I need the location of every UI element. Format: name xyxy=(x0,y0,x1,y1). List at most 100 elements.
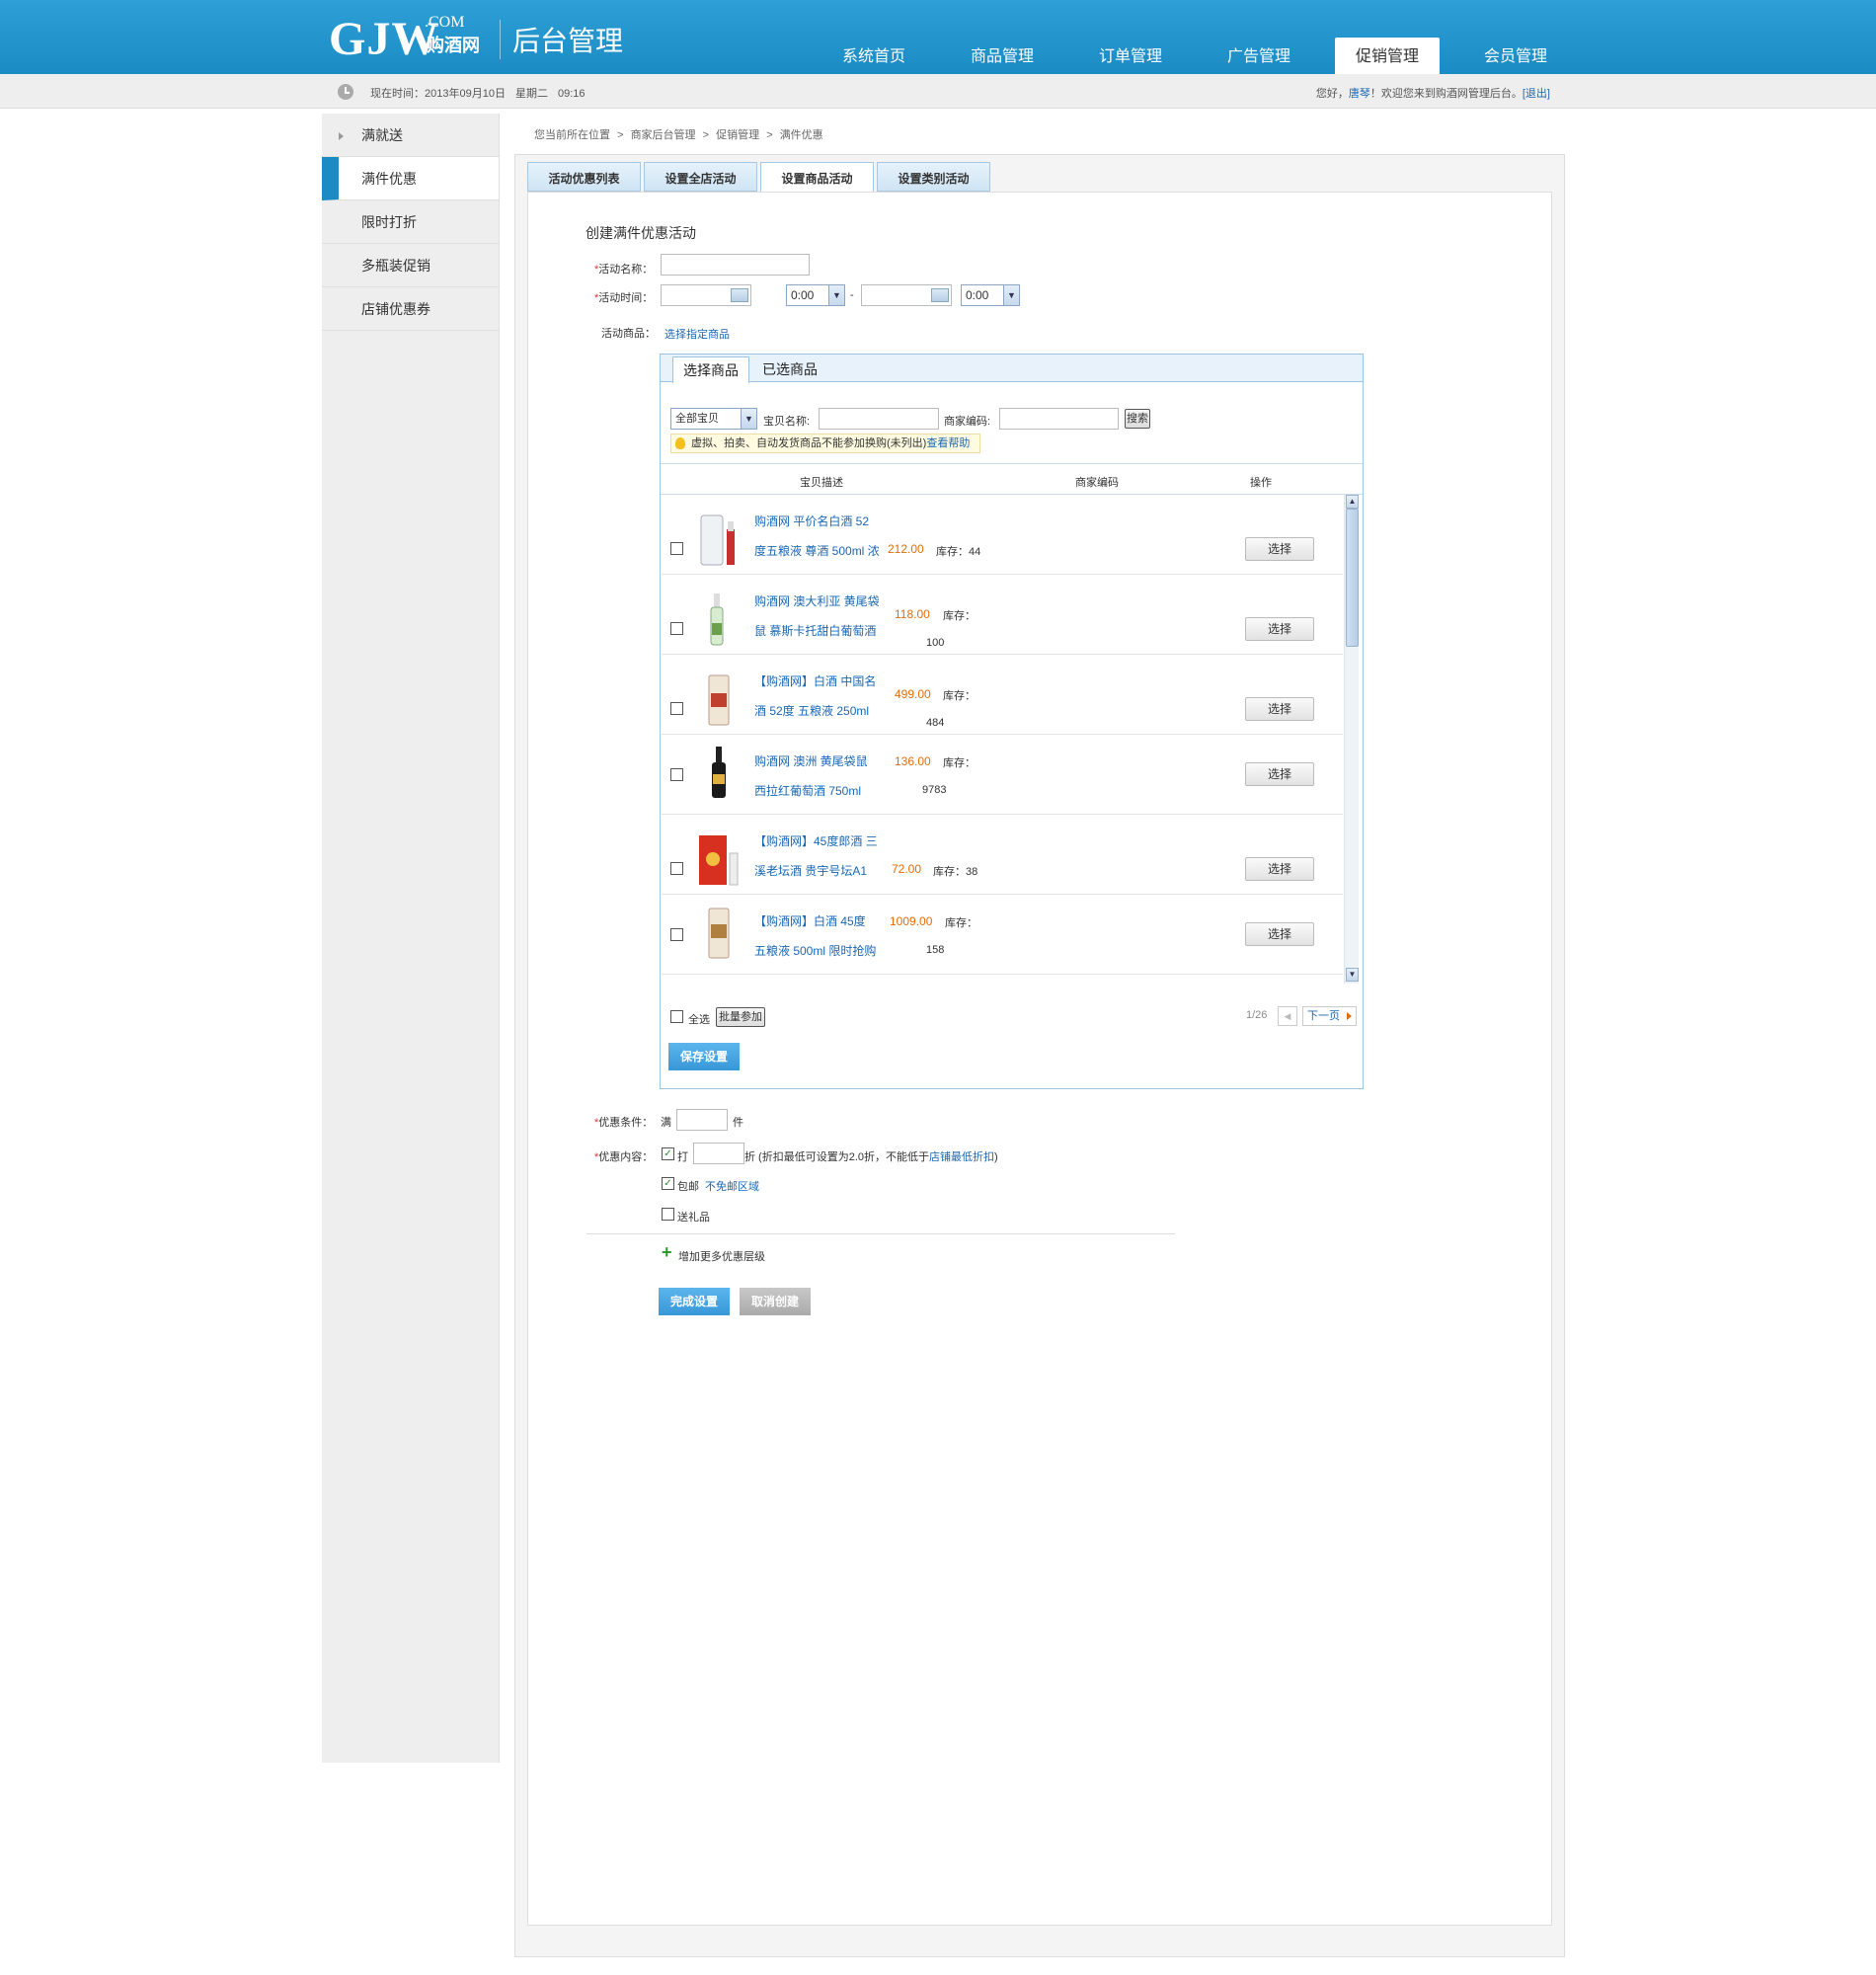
stock-value: 38 xyxy=(966,866,978,878)
sidebar-item-coupons[interactable]: 店铺优惠券 xyxy=(322,287,499,331)
form-title: 创建满件优惠活动 xyxy=(586,225,696,241)
no-free-shipping-link[interactable]: 不免邮区域 xyxy=(705,1178,759,1194)
stock-label: 库存： xyxy=(936,546,969,558)
calendar-icon[interactable] xyxy=(731,288,748,302)
scroll-down-icon[interactable]: ▼ xyxy=(1346,968,1359,982)
list-scrollbar[interactable]: ▲ ▼ xyxy=(1344,495,1359,984)
logout-link[interactable]: [退出] xyxy=(1523,88,1550,100)
weekday-text: 星期二 xyxy=(514,88,548,100)
tab-store-activity[interactable]: 设置全店活动 xyxy=(644,162,757,192)
sidebar-item-multi-bottle[interactable]: 多瓶装促销 xyxy=(322,244,499,287)
start-time-select[interactable]: 0:00 ▼ xyxy=(786,284,845,306)
label-text: 优惠条件： xyxy=(598,1117,654,1129)
logo-text[interactable]: GJW xyxy=(329,12,439,66)
merchant-code-input[interactable] xyxy=(999,408,1119,430)
batch-join-button[interactable]: 批量参加 xyxy=(716,1007,765,1027)
row-checkbox[interactable] xyxy=(670,702,683,715)
select-all-checkbox[interactable] xyxy=(670,1010,683,1023)
nav-goods[interactable]: 商品管理 xyxy=(938,38,1066,74)
table-row: 购酒网 平价名白酒 52 度五粮液 尊酒 500ml 浓 212.00 库存：44… xyxy=(662,495,1343,575)
status-bar: 现在时间：2013年09月10日 星期二 09:16 您好，唐琴！欢迎您来到购酒网管… xyxy=(0,74,1876,109)
nav-promotions[interactable]: 促销管理 xyxy=(1335,38,1440,74)
tab-choose-goods[interactable]: 选择商品 xyxy=(672,356,749,383)
arrow-icon xyxy=(339,176,344,184)
tab-goods-activity[interactable]: 设置商品活动 xyxy=(760,162,874,194)
end-time-select[interactable]: 0:00 ▼ xyxy=(961,284,1020,306)
free-shipping-checkbox[interactable]: ✓ xyxy=(662,1177,674,1190)
save-settings-button[interactable]: 保存设置 xyxy=(668,1043,740,1070)
page-info: 1/26 xyxy=(1246,1009,1268,1021)
sidebar: 满就送 满件优惠 限时打折 多瓶装促销 店铺优惠券 xyxy=(322,114,500,1763)
select-button[interactable]: 选择 xyxy=(1245,617,1314,641)
tab-activity-list[interactable]: 活动优惠列表 xyxy=(527,162,641,192)
nav-orders[interactable]: 订单管理 xyxy=(1066,38,1195,74)
product-description[interactable]: 购酒网 平价名白酒 52 度五粮液 尊酒 500ml 浓 xyxy=(754,507,888,566)
label-text: 优惠内容： xyxy=(598,1151,654,1163)
col-operation: 操作 xyxy=(1250,477,1272,489)
calendar-icon[interactable] xyxy=(931,288,949,302)
cancel-button[interactable]: 取消创建 xyxy=(740,1288,811,1315)
tab-category-activity[interactable]: 设置类别活动 xyxy=(877,162,990,192)
table-row: 【购酒网】白酒 中国名酒 52度 五粮液 250ml 499.00 库存： 48… xyxy=(662,655,1343,735)
gift-checkbox[interactable] xyxy=(662,1208,674,1221)
condition-quantity-input[interactable] xyxy=(676,1109,728,1131)
stock-label: 库存： xyxy=(943,610,976,622)
select-button[interactable]: 选择 xyxy=(1245,762,1314,786)
stock-value: 484 xyxy=(926,717,945,729)
row-checkbox[interactable] xyxy=(670,622,683,635)
discount-rate-input[interactable] xyxy=(693,1143,744,1164)
select-goods-link[interactable]: 选择指定商品 xyxy=(664,326,730,342)
gift-text: 送礼品 xyxy=(677,1212,710,1224)
tab-selected-goods[interactable]: 已选商品 xyxy=(752,356,827,383)
breadcrumb-promotions[interactable]: 促销管理 xyxy=(716,129,759,141)
goods-name-input[interactable] xyxy=(819,408,939,430)
table-row: 【购酒网】白酒 45度 五粮液 500ml 限时抢购 1009.00 库存： 15… xyxy=(662,895,1343,975)
activity-name-input[interactable] xyxy=(661,254,810,276)
scroll-up-icon[interactable]: ▲ xyxy=(1346,495,1359,509)
sidebar-item-label: 多瓶装促销 xyxy=(361,258,430,274)
sidebar-item-label: 店铺优惠券 xyxy=(361,301,430,317)
product-description[interactable]: 【购酒网】白酒 45度 五粮液 500ml 限时抢购 xyxy=(754,907,888,966)
next-page-button[interactable]: 下一页 xyxy=(1302,1006,1357,1026)
add-level-link[interactable]: 增加更多优惠层级 xyxy=(678,1248,765,1264)
nav-home[interactable]: 系统首页 xyxy=(810,38,938,74)
row-checkbox[interactable] xyxy=(670,862,683,875)
desc-line-1: 【购酒网】白酒 45度 xyxy=(754,914,866,928)
select-button[interactable]: 选择 xyxy=(1245,922,1314,946)
breadcrumb-merchant[interactable]: 商家后台管理 xyxy=(631,129,696,141)
prev-page-button[interactable]: ◀ xyxy=(1278,1006,1297,1026)
plus-icon[interactable]: + xyxy=(662,1243,672,1261)
product-description[interactable]: 【购酒网】45度郎酒 三溪老坛酒 贵宇号坛A1 xyxy=(754,827,888,886)
help-link[interactable]: 查看帮助 xyxy=(926,437,970,449)
nav-ads[interactable]: 广告管理 xyxy=(1195,38,1323,74)
product-price: 1009.00 xyxy=(890,914,933,928)
select-button[interactable]: 选择 xyxy=(1245,697,1314,721)
product-description[interactable]: 购酒网 澳大利亚 黄尾袋鼠 慕斯卡托甜白葡萄酒 xyxy=(754,587,888,646)
store-min-discount-link[interactable]: 店铺最低折扣 xyxy=(929,1151,994,1163)
select-button[interactable]: 选择 xyxy=(1245,537,1314,561)
nav-members[interactable]: 会员管理 xyxy=(1451,38,1580,74)
scroll-thumb[interactable] xyxy=(1346,509,1359,647)
finish-button[interactable]: 完成设置 xyxy=(659,1288,730,1315)
user-name[interactable]: 唐琴 xyxy=(1349,88,1370,100)
chevron-down-icon: ▼ xyxy=(828,285,844,305)
arrow-icon xyxy=(339,132,344,140)
product-description[interactable]: 购酒网 澳洲 黄尾袋鼠 西拉红葡萄酒 750ml xyxy=(754,747,888,806)
stock-value: 44 xyxy=(969,546,981,558)
category-select[interactable]: 全部宝贝 ▼ xyxy=(670,408,757,430)
select-button[interactable]: 选择 xyxy=(1245,857,1314,881)
product-thumbnail xyxy=(700,514,735,566)
stock-value: 9783 xyxy=(922,784,947,796)
sidebar-item-flash-sale[interactable]: 限时打折 xyxy=(322,200,499,244)
row-checkbox[interactable] xyxy=(670,768,683,781)
discount-checkbox[interactable]: ✓ xyxy=(662,1147,674,1160)
row-checkbox[interactable] xyxy=(670,928,683,941)
row-checkbox[interactable] xyxy=(670,542,683,555)
search-button[interactable]: 搜索 xyxy=(1125,409,1150,429)
sidebar-item-quantity-discount[interactable]: 满件优惠 xyxy=(322,157,499,200)
desc-line-1: 购酒网 澳大利亚 黄尾袋 xyxy=(754,594,880,608)
product-description[interactable]: 【购酒网】白酒 中国名酒 52度 五粮液 250ml xyxy=(754,667,888,726)
end-time-value: 0:00 xyxy=(966,288,989,302)
chevron-down-icon: ▼ xyxy=(1003,285,1019,305)
sidebar-item-spend-gift[interactable]: 满就送 xyxy=(322,114,499,157)
